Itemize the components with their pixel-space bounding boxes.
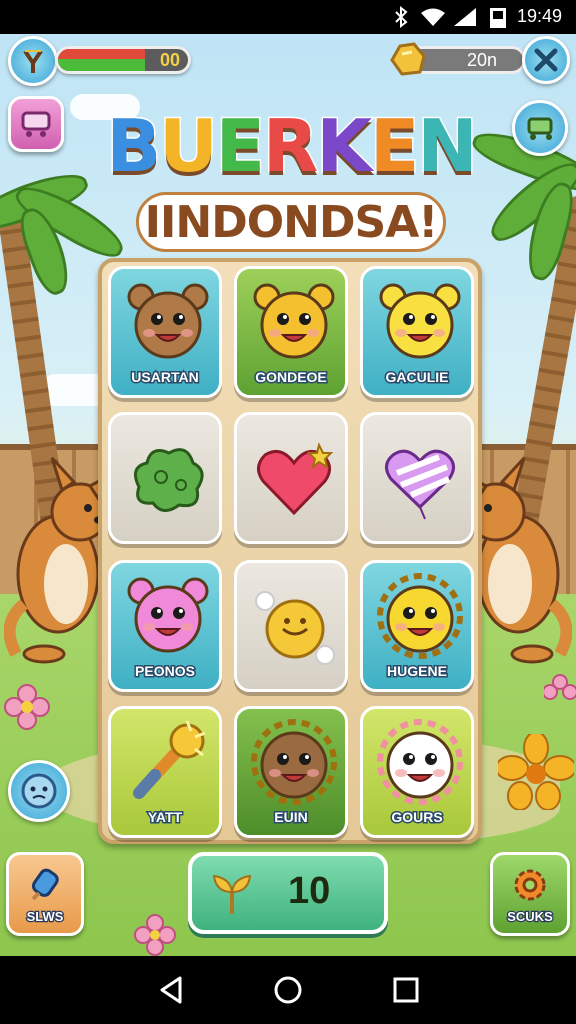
- board-tile[interactable]: GONDEOE: [234, 266, 348, 398]
- leaf-sprout-icon: [212, 874, 252, 914]
- pink-flower-icon: [4, 684, 50, 730]
- striped-balloon-heart-icon: [385, 449, 455, 520]
- beaver-face-icon: [127, 283, 209, 359]
- signal-icon: [454, 8, 476, 26]
- score-value: 10: [288, 870, 331, 912]
- wagon-icon: [527, 117, 553, 140]
- board-tile[interactable]: EUIN: [234, 706, 348, 838]
- board-tile[interactable]: [360, 412, 474, 544]
- battery-icon: [490, 8, 506, 28]
- pink-bear-face-icon: [127, 577, 209, 653]
- brown-chestnut-face-icon: [251, 719, 337, 805]
- title-letter: R: [261, 103, 319, 190]
- bubble-face-icon: [21, 773, 57, 809]
- tile-label: GONDEOE: [254, 368, 329, 387]
- title-letter: E: [369, 103, 421, 190]
- health-bar-fill: [58, 49, 146, 71]
- coin-value: 20n: [466, 50, 497, 70]
- wagon-button[interactable]: [512, 100, 568, 156]
- title-subtitle: IINDONDSA!: [136, 192, 446, 252]
- gear-icon: [514, 869, 546, 900]
- tile-label: GOURS: [390, 808, 444, 827]
- cart-icon: [21, 111, 51, 137]
- game-title: BUERKEN IINDONDSA!: [96, 103, 486, 254]
- sunflower-face-icon: [377, 573, 463, 659]
- status-bar: 19:49: [0, 0, 576, 34]
- title-letter: U: [158, 103, 220, 190]
- score-panel: 10: [188, 852, 388, 934]
- board-tile[interactable]: YATT: [108, 706, 222, 838]
- green-blob-icon: [133, 448, 204, 512]
- tile-board: USARTAN GONDEOE GACULIE PEONOS HUGENE YATT EUI…: [98, 258, 482, 844]
- slws-label: SLWS: [25, 907, 64, 925]
- tile-label: HUGENE: [386, 662, 449, 681]
- white-flower-face-icon: [377, 719, 463, 805]
- status-time: 19:49: [516, 6, 562, 26]
- title-letter: N: [416, 103, 479, 190]
- slingshot-button[interactable]: [8, 36, 58, 86]
- scuks-label: SCUKS: [506, 907, 554, 925]
- orange-flower-icon: [498, 734, 574, 810]
- bluetooth-icon: [395, 6, 408, 28]
- sparkle-wand-icon: [133, 720, 206, 799]
- pink-flower-icon: [134, 914, 176, 956]
- close-icon: [534, 48, 558, 72]
- board-tile[interactable]: [234, 560, 348, 692]
- yellow-bear-face-icon: [379, 283, 461, 359]
- android-nav-bar: [0, 956, 576, 1024]
- slingshot-icon: [23, 49, 43, 73]
- health-value: 00: [159, 50, 180, 70]
- title-letter: K: [315, 103, 374, 190]
- title-letter: B: [105, 103, 163, 190]
- back-icon[interactable]: [156, 974, 188, 1006]
- tile-label: GACULIE: [384, 368, 450, 387]
- tile-label: USARTAN: [130, 368, 200, 387]
- heart-icon: [257, 442, 334, 516]
- scuks-button[interactable]: SCUKS: [490, 852, 570, 936]
- wifi-icon: [421, 8, 445, 26]
- board-tile[interactable]: [108, 412, 222, 544]
- home-icon[interactable]: [272, 974, 304, 1006]
- sun-puff-icon: [255, 591, 335, 665]
- pink-flower-icon: [544, 674, 576, 700]
- board-tile[interactable]: GOURS: [360, 706, 474, 838]
- gold-nugget-icon: [390, 42, 426, 76]
- title-letter: E: [214, 103, 266, 190]
- tile-label: PEONOS: [134, 662, 197, 681]
- bear-face-icon: [253, 283, 335, 359]
- board-tile[interactable]: GACULIE: [360, 266, 474, 398]
- bubble-button[interactable]: [8, 760, 70, 822]
- title-main: BUERKEN: [96, 103, 486, 190]
- tile-label: EUIN: [273, 808, 309, 827]
- popsicle-icon: [31, 868, 59, 900]
- board-tile[interactable]: USARTAN: [108, 266, 222, 398]
- cart-button[interactable]: [8, 96, 64, 152]
- health-bar: 00: [55, 46, 191, 74]
- close-button[interactable]: [522, 36, 570, 84]
- board-tile[interactable]: [234, 412, 348, 544]
- recents-icon[interactable]: [390, 974, 422, 1006]
- board-tile[interactable]: PEONOS: [108, 560, 222, 692]
- slws-button[interactable]: SLWS: [6, 852, 84, 936]
- tile-label: YATT: [146, 808, 183, 827]
- board-tile[interactable]: HUGENE: [360, 560, 474, 692]
